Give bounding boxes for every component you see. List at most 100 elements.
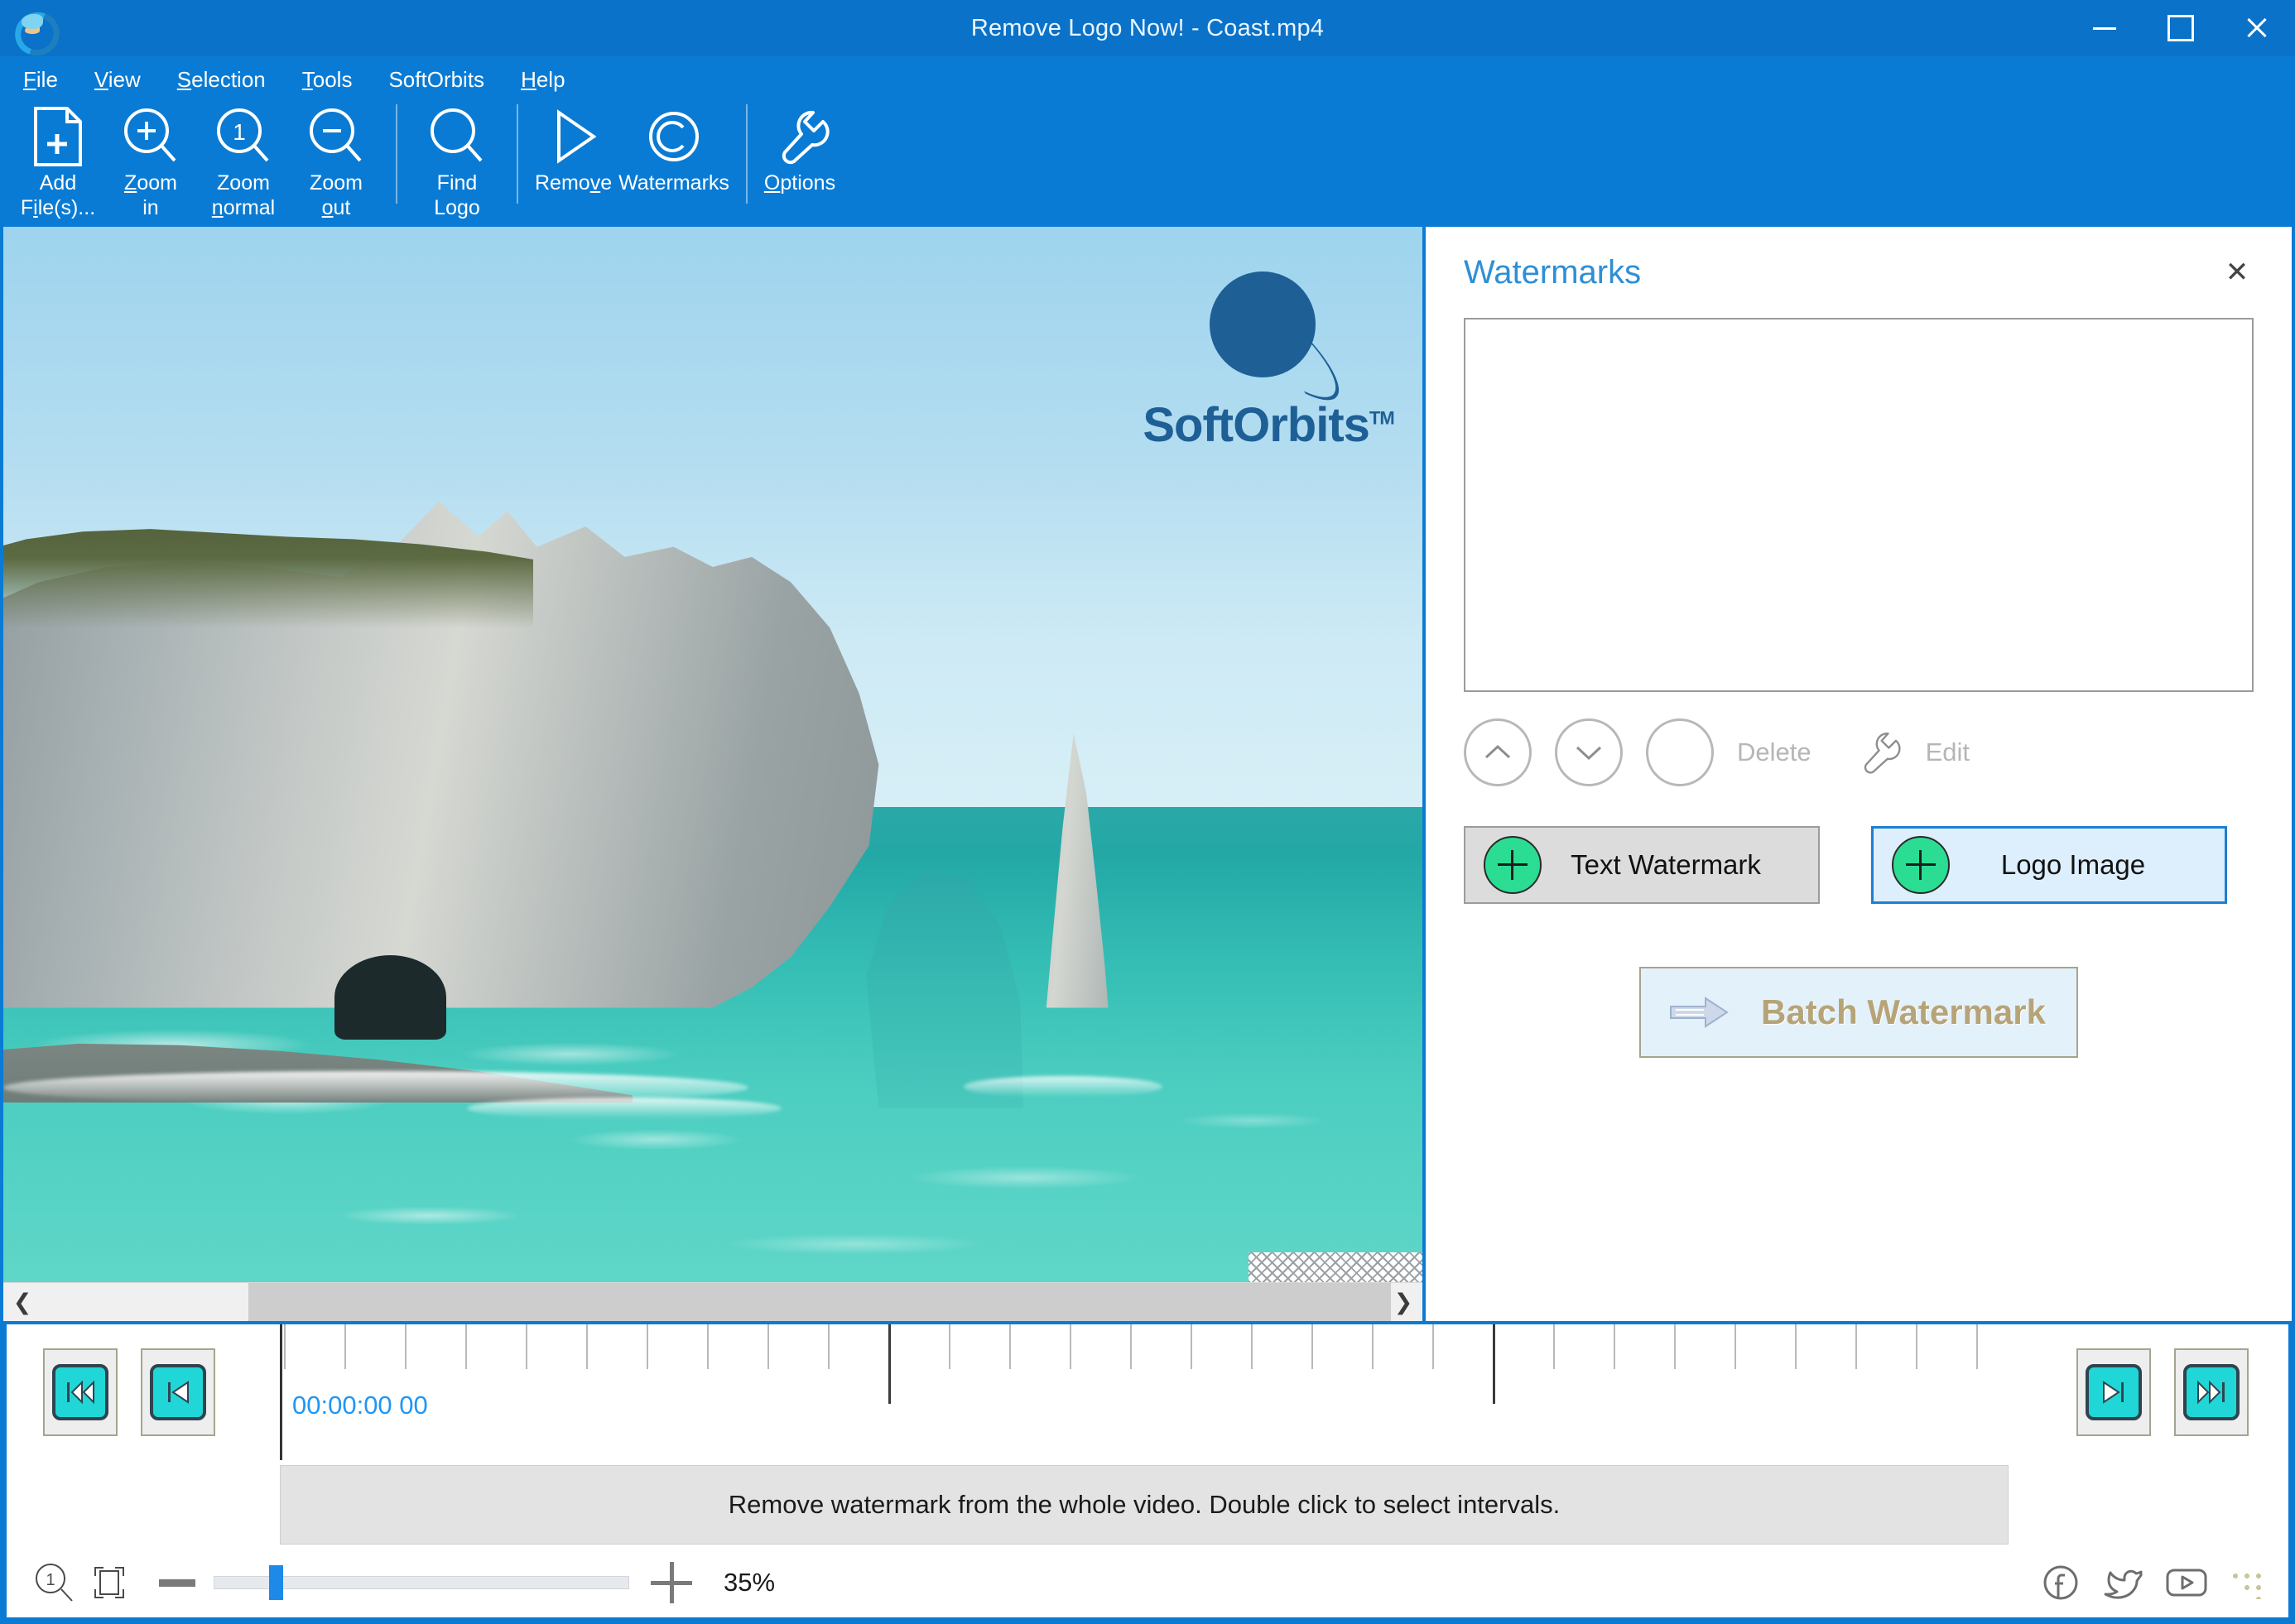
add-text-watermark-button[interactable]: Text Watermark xyxy=(1464,826,1820,904)
chevron-up-icon xyxy=(1484,744,1511,759)
timeline-tick xyxy=(1916,1324,1917,1369)
youtube-icon[interactable] xyxy=(2164,1560,2209,1605)
jump-to-start-button[interactable] xyxy=(43,1348,118,1436)
skip-forward-double-icon xyxy=(2183,1364,2240,1420)
timeline-tick xyxy=(1009,1324,1011,1369)
timeline-current-time: 00:00:00 00 xyxy=(292,1391,428,1420)
chevron-left-icon[interactable]: ❮ xyxy=(3,1283,41,1321)
timeline-tick xyxy=(1130,1324,1132,1369)
close-window-button[interactable] xyxy=(2219,0,2295,56)
timeline-tick xyxy=(284,1324,286,1369)
play-triangle-icon xyxy=(544,103,604,171)
toolbar-remove-button[interactable]: Remove xyxy=(532,103,615,225)
toolbar-separator-1 xyxy=(396,104,397,204)
watermarks-panel-body: Delete Edit Text Watermark Logo Image Ba… xyxy=(1426,318,2292,1321)
watermarks-panel-header: Watermarks ✕ xyxy=(1426,227,2292,318)
edit-label[interactable]: Edit xyxy=(1926,738,1970,767)
interval-hint-bar[interactable]: Remove watermark from the whole video. D… xyxy=(280,1465,2009,1545)
batch-watermark-button[interactable]: Batch Watermark xyxy=(1639,967,2078,1058)
menu-item-help[interactable]: Help xyxy=(521,67,565,93)
step-back-button[interactable] xyxy=(141,1348,215,1436)
toolbar-options-button[interactable]: Options xyxy=(761,103,839,225)
toolbar-add-files-button[interactable]: Add File(s)... xyxy=(12,103,104,225)
timeline-tick xyxy=(465,1324,467,1369)
video-frame-image xyxy=(3,227,1422,1282)
batch-watermark-label: Batch Watermark xyxy=(1761,992,2046,1031)
wrench-icon xyxy=(770,103,830,171)
menu-item-softorbits[interactable]: SoftOrbits xyxy=(388,67,484,93)
svg-text:1: 1 xyxy=(233,119,246,145)
watermarks-list-toolbar: Delete Edit xyxy=(1464,707,2254,798)
toolbar-zoom-normal-button[interactable]: 1 Zoom normal xyxy=(197,103,290,225)
video-preview-canvas[interactable]: SoftOrbitsTM xyxy=(3,227,1422,1282)
hint-bar-container: Remove watermark from the whole video. D… xyxy=(0,1460,2295,1548)
resize-grip-icon[interactable] xyxy=(2230,1566,2264,1599)
timeline-tick xyxy=(1311,1324,1313,1369)
delete-label[interactable]: Delete xyxy=(1737,738,1811,767)
skip-back-double-icon xyxy=(52,1364,108,1420)
toolbar-watermarks-label: Watermarks xyxy=(618,171,729,195)
application-window: Remove Logo Now! - Coast.mp4 FFileile Vi… xyxy=(0,0,2295,1624)
find-logo-icon xyxy=(428,103,486,171)
edit-button-icon[interactable] xyxy=(1846,721,1909,784)
timeline-tick xyxy=(1614,1324,1615,1369)
menu-item-selection[interactable]: Selection xyxy=(177,67,266,93)
arrow-right-icon xyxy=(1670,997,1729,1028)
zoom-percent-value: 35% xyxy=(724,1568,776,1597)
add-logo-image-label: Logo Image xyxy=(2000,849,2146,880)
scrollbar-thumb[interactable] xyxy=(248,1283,1391,1321)
zoom-slider-thumb[interactable] xyxy=(269,1565,283,1600)
status-bar-right xyxy=(2020,1560,2264,1605)
zoom-slider[interactable] xyxy=(214,1565,629,1600)
panel-title: Watermarks xyxy=(1464,253,1642,291)
fit-to-window-icon[interactable] xyxy=(86,1559,132,1606)
step-forward-button[interactable] xyxy=(2076,1348,2151,1436)
menu-item-view[interactable]: View xyxy=(94,67,141,93)
close-icon xyxy=(2244,16,2269,41)
delete-button-icon[interactable] xyxy=(1646,718,1714,786)
timeline-tick-major xyxy=(888,1324,891,1404)
timeline-tick xyxy=(1553,1324,1555,1369)
toolbar-watermarks-button[interactable]: Watermarks xyxy=(615,103,733,225)
minimize-button[interactable] xyxy=(2066,0,2143,56)
move-down-button[interactable] xyxy=(1555,718,1623,786)
toolbar-zoom-out-button[interactable]: Zoom out xyxy=(290,103,382,225)
zoom-one-icon[interactable]: 1 xyxy=(31,1559,78,1606)
maximize-button[interactable] xyxy=(2143,0,2219,56)
watermarks-list[interactable] xyxy=(1464,318,2254,692)
scrollbar-track[interactable] xyxy=(41,1283,1391,1321)
toolbar-group-options: Options xyxy=(761,103,839,227)
close-icon[interactable]: ✕ xyxy=(2214,249,2260,295)
timeline-tick xyxy=(1674,1324,1676,1369)
zoom-out-icon xyxy=(307,103,365,171)
menu-item-tools[interactable]: Tools xyxy=(302,67,353,93)
window-controls xyxy=(2066,0,2295,56)
twitter-icon[interactable] xyxy=(2101,1560,2146,1605)
facebook-icon[interactable] xyxy=(2038,1560,2083,1605)
hint-spacer xyxy=(7,1465,280,1548)
timeline-tick xyxy=(707,1324,709,1369)
toolbar-zoom-normal-label: Zoom normal xyxy=(211,171,276,219)
preview-pane: SoftOrbitsTM ❮ ❯ xyxy=(0,227,1426,1324)
timeline-tick-major xyxy=(1493,1324,1495,1404)
jump-to-end-button[interactable] xyxy=(2174,1348,2249,1436)
menu-item-file[interactable]: FFileile xyxy=(23,67,58,93)
timeline-tick xyxy=(1976,1324,1978,1369)
watermarks-panel: Watermarks ✕ Delete Edit Text Watermark … xyxy=(1426,227,2295,1324)
window-title: Remove Logo Now! - Coast.mp4 xyxy=(970,14,1325,41)
timeline-ruler[interactable]: 00:00:00 00 xyxy=(280,1324,1990,1460)
plus-circle-icon xyxy=(1484,836,1542,894)
main-area: SoftOrbitsTM ❮ ❯ Watermarks ✕ Delete Edi… xyxy=(0,227,2295,1324)
zoom-out-minus-icon[interactable] xyxy=(159,1578,195,1587)
toolbar-group-actions: Remove Watermarks xyxy=(532,103,733,227)
timeline-tick xyxy=(1432,1324,1434,1369)
dolphin-app-icon xyxy=(7,5,67,63)
selection-hatch-marker xyxy=(1249,1252,1422,1282)
add-logo-image-button[interactable]: Logo Image xyxy=(1871,826,2227,904)
move-up-button[interactable] xyxy=(1464,718,1532,786)
canvas-horizontal-scrollbar[interactable]: ❮ ❯ xyxy=(3,1282,1422,1321)
zoom-in-plus-icon[interactable] xyxy=(651,1562,692,1603)
toolbar-find-logo-button[interactable]: Find Logo xyxy=(411,103,503,225)
timeline-tick xyxy=(1795,1324,1797,1369)
toolbar-zoom-in-button[interactable]: Zoom in xyxy=(104,103,197,225)
